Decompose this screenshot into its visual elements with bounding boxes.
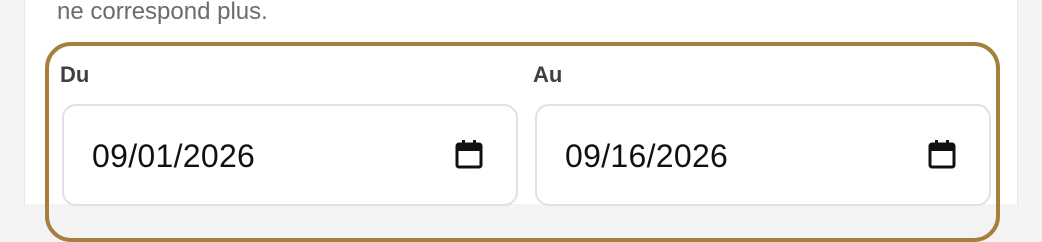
from-date-value: 09/01/2026 [92,138,256,174]
to-date-input[interactable]: 09/16/2026 [535,104,991,206]
calendar-icon[interactable] [928,139,956,169]
from-date-label: Du [60,62,90,87]
calendar-icon[interactable] [455,139,483,169]
to-date-label: Au [533,62,563,87]
from-date-input[interactable]: 09/01/2026 [62,104,518,206]
filter-card: ne correspond plus. Du 09/01/2026 Au 09/… [24,0,1018,242]
intro-text: ne correspond plus. [57,0,268,25]
date-range-group: Du 09/01/2026 Au 09/16/2026 [45,42,1000,242]
to-date-value: 09/16/2026 [565,138,729,174]
